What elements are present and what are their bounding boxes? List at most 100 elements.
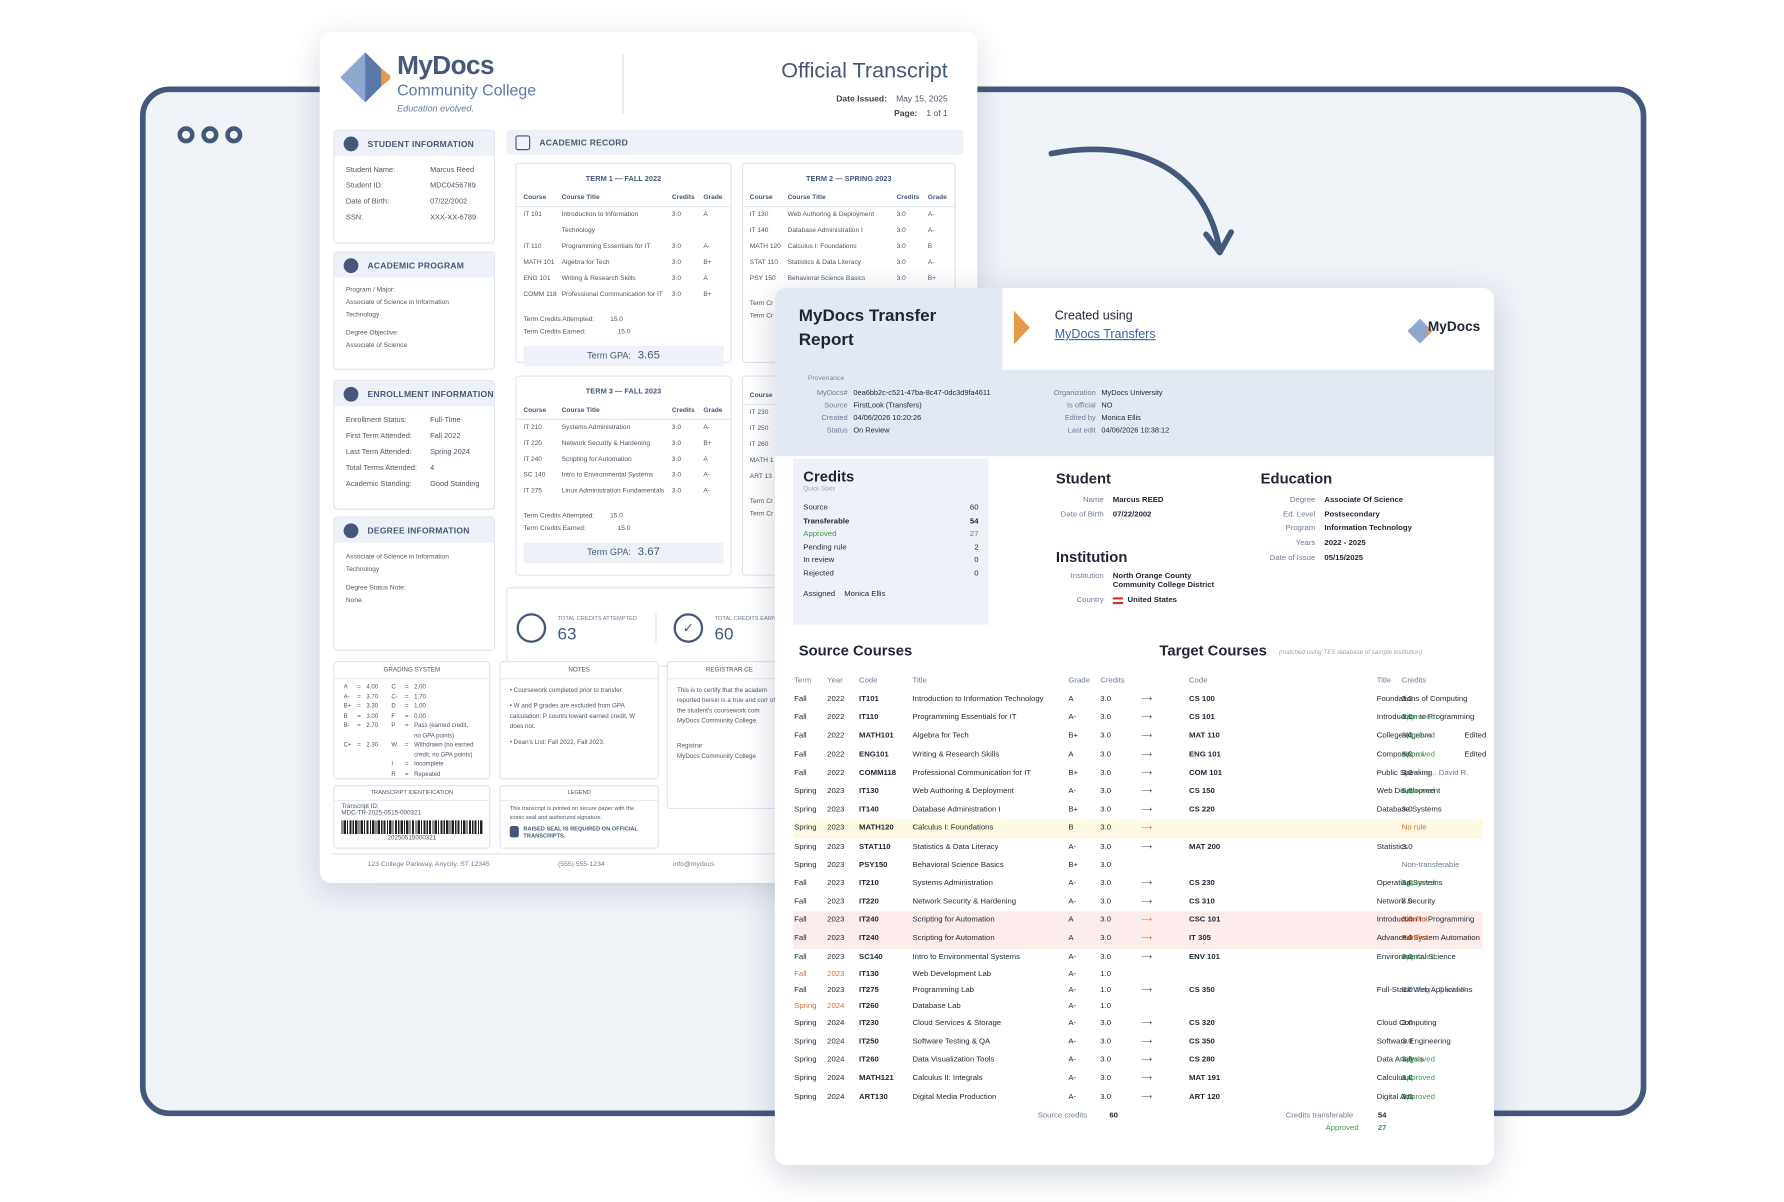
- brand-name: MyDocs: [1427, 318, 1481, 335]
- credit-label: Transferable: [803, 517, 850, 526]
- grade-cell: R: [391, 770, 396, 778]
- target-code: IT 305: [1189, 934, 1211, 943]
- prov-value: MyDocs University: [1101, 389, 1163, 398]
- mydocs-transfers-link[interactable]: MyDocs Transfers: [1055, 328, 1156, 342]
- grade-cell: [366, 770, 391, 780]
- course-row[interactable]: Fall 2022 ENG101 Writing & Research Skills A…: [793, 746, 1486, 764]
- arrow-icon: ⟶: [1141, 805, 1153, 814]
- window-dot[interactable]: [225, 126, 243, 144]
- col-header: Credits: [896, 194, 920, 202]
- registrar-sign: Registrar: [676, 742, 703, 750]
- course-row: COMM 118 Professional Communication for I…: [517, 287, 731, 303]
- detail-row: Date of Issue 05/15/2025: [1261, 552, 1412, 566]
- status-badge: Approved: [1401, 1056, 1435, 1065]
- registrar-box: REGISTRAR CE This is to certify that the…: [666, 661, 792, 809]
- course-row: ENG 101 Writing & Research Skills 3.0 A: [517, 271, 731, 287]
- course-row[interactable]: Spring 2024 IT250 Software Testing & QA A- 3.…: [793, 1033, 1483, 1051]
- target-code: CS 310: [1189, 897, 1215, 906]
- source-code: IT140: [859, 805, 879, 814]
- source-credits: 3.0: [1100, 787, 1112, 796]
- provenance-row: Organization MyDocs University: [1005, 387, 1170, 400]
- course-row[interactable]: Spring 2023 IT130 Web Authoring & Deploymen…: [793, 783, 1483, 801]
- course-row[interactable]: Spring 2023 IT140 Database Administration I…: [793, 801, 1483, 819]
- column-header: Code: [859, 676, 878, 685]
- course-row[interactable]: Spring 2023 MATH120 Calculus I: Foundations…: [793, 819, 1483, 838]
- course-row[interactable]: Fall 2023 IT210 Systems Administration A- 3.0…: [793, 875, 1483, 893]
- arrow-icon: ⟶: [1141, 1019, 1153, 1028]
- arrow-icon: ⟶: [1141, 953, 1153, 962]
- institution-label: Institution: [1070, 572, 1104, 581]
- col-header: Course Title: [787, 194, 826, 202]
- grade-row: A- = 3.70 C- = 1.70: [344, 692, 481, 702]
- course-row[interactable]: Spring 2024 IT260 Database Lab A- 1.0: [793, 999, 1483, 1015]
- source-credits: 3.0: [1100, 1019, 1112, 1028]
- target-courses-heading: Target Courses: [1159, 641, 1267, 659]
- course-cell: Writing & Research Skills: [561, 275, 636, 283]
- course-row[interactable]: Spring 2023 PSY150 Behavioral Science Basic…: [793, 856, 1483, 874]
- detail-row: Ed. Level Postsecondary: [1261, 508, 1412, 522]
- target-code: CSC 101: [1189, 916, 1221, 925]
- column-header: Term: [794, 676, 812, 685]
- course-row[interactable]: Fall 2023 IT220 Network Security & Hardenin…: [793, 893, 1483, 911]
- course-cell: 3.0: [671, 440, 682, 448]
- info-value: Good Standing: [430, 480, 480, 489]
- course-cell: A: [703, 456, 708, 464]
- term-credits-attempted: Term Credits Attempted: 15.0: [517, 511, 731, 524]
- grade: A-: [1068, 1056, 1077, 1065]
- course-row[interactable]: Fall 2023 IT130 Web Development Lab A- 1.0: [793, 967, 1483, 983]
- window-dot[interactable]: [177, 126, 195, 144]
- target-code: CS 350: [1189, 1037, 1215, 1046]
- course-row[interactable]: Fall 2022 COMM118 Professional Communicatio…: [793, 764, 1483, 782]
- status-badge: Approved: [1401, 1092, 1435, 1101]
- course-row[interactable]: Spring 2024 IT260 Data Visualization Tools A…: [793, 1052, 1483, 1070]
- section-heading: GRADING SYSTEM: [334, 662, 490, 680]
- course-row[interactable]: Fall 2022 MATH101 Algebra for Tech B+ 3.0 ⟶ MAT…: [793, 727, 1486, 745]
- course-row[interactable]: Fall 2023 IT240 Scripting for Automation A 3.…: [793, 911, 1483, 931]
- course-row[interactable]: Fall 2023 SC140 Intro to Environmental Syst…: [793, 948, 1483, 966]
- value: 15.0: [610, 513, 623, 520]
- institution-line2: Community College District: [1112, 581, 1215, 590]
- academic-record-header: ACADEMIC RECORD: [506, 129, 964, 155]
- credits-panel: Credits Quick Stats Source 60 Transferable…: [793, 458, 989, 625]
- course-row[interactable]: Spring 2024 IT230 Cloud Services & Storage A…: [793, 1015, 1483, 1033]
- prov-label: Source: [824, 401, 848, 410]
- term-gpa: Term GPA: 3.65: [523, 345, 724, 367]
- credit-value: 27: [969, 530, 979, 539]
- course-cell: 3.0: [671, 424, 682, 432]
- column-header: Title: [912, 676, 927, 685]
- email: info@mydocs: [672, 861, 715, 869]
- course-row[interactable]: Spring 2024 ART130 Digital Media Production…: [793, 1088, 1483, 1106]
- status-badge: Approved: [1401, 732, 1435, 740]
- course-row[interactable]: Spring 2024 MATH121 Calculus II: Integrals A…: [793, 1070, 1483, 1088]
- source-title: Programming Essentials for IT: [912, 713, 1017, 722]
- approved-label: Approved: [1325, 1124, 1359, 1133]
- user-icon: [343, 135, 359, 151]
- arrow-icon: ⟶: [1141, 713, 1153, 722]
- earned-value: 60: [714, 624, 734, 644]
- grade: A-: [1068, 713, 1077, 722]
- grade-cell: 2.00: [414, 683, 426, 691]
- target-code: CS 350: [1189, 986, 1215, 995]
- info-row: Total Terms Attended: 4: [335, 461, 494, 477]
- target-code: ENG 101: [1189, 750, 1221, 759]
- window-dot[interactable]: [201, 126, 219, 144]
- source-code: IT130: [859, 970, 879, 979]
- status-badge: Approved: [1401, 1074, 1435, 1083]
- course-row[interactable]: Fall 2023 IT240 Scripting for Automation A 3.…: [793, 930, 1483, 949]
- course-row: IT 220 Network Security & Hardening 3.0 B+: [517, 436, 731, 452]
- info-row: Student Name: Marcus Reed: [335, 163, 494, 179]
- label: Term Cr: [749, 498, 774, 506]
- course-row[interactable]: Fall 2022 IT101 Introduction to Information…: [793, 691, 1483, 709]
- label: Term Credits Earned:: [523, 525, 586, 533]
- course-row[interactable]: Fall 2023 IT275 Programming Lab A- 1.0 ⟶ CS 350…: [793, 983, 1483, 999]
- course-cell: 3.0: [671, 456, 682, 464]
- degree-value: Associate of Science in Information Tech…: [345, 554, 449, 574]
- term: Fall: [794, 695, 807, 704]
- course-cell: 3.0: [896, 275, 906, 283]
- info-label: Enrollment Status:: [345, 416, 407, 425]
- detail-row: Name Marcus REED: [1056, 494, 1163, 508]
- grade-cell: =: [357, 703, 361, 710]
- course-cell: A-: [703, 424, 711, 432]
- course-row[interactable]: Spring 2023 STAT110 Statistics & Data Liter…: [793, 838, 1483, 856]
- course-row[interactable]: Fall 2022 IT110 Programming Essentials for …: [793, 709, 1483, 727]
